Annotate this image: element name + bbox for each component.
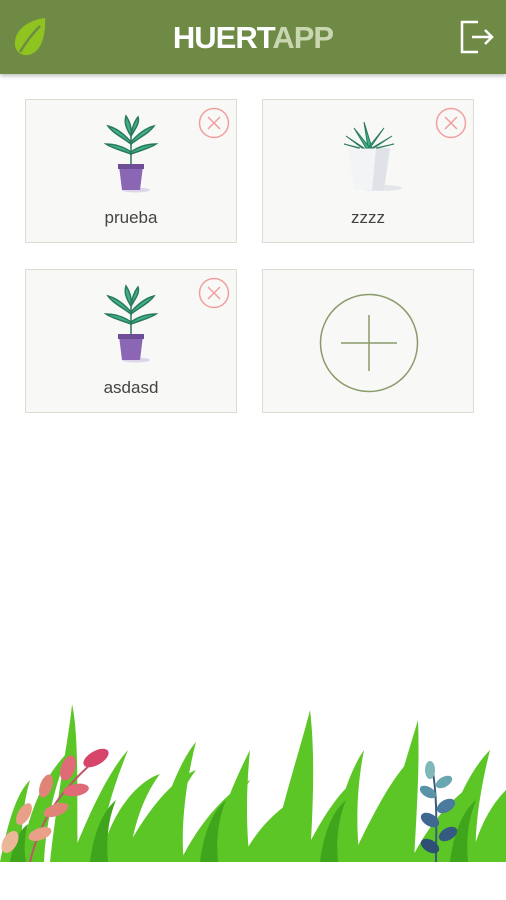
close-circle-icon[interactable] (198, 107, 230, 139)
app-title-part2: APP (272, 20, 334, 55)
close-circle-icon[interactable] (198, 277, 230, 309)
potted-plant-icon (103, 114, 159, 193)
succulent-icon (343, 121, 402, 191)
plant-name: zzzz (351, 208, 385, 227)
plant-name: asdasd (103, 378, 159, 397)
plant-card-prueba[interactable]: prueba (25, 99, 237, 243)
potted-plant-icon (103, 284, 159, 363)
plant-card-asdasd[interactable]: asdasd (25, 269, 237, 413)
plant-card-zzzz[interactable]: zzzz (262, 99, 474, 243)
app-title-part1: HUERT (172, 20, 273, 55)
plant-name: prueba (104, 208, 158, 227)
grass-decoration (0, 704, 506, 862)
plus-circle-icon (319, 293, 419, 393)
app-header: HUERTAPP (0, 0, 506, 74)
add-plant-button[interactable] (262, 269, 474, 413)
close-circle-icon[interactable] (435, 107, 467, 139)
logout-icon[interactable] (458, 18, 496, 56)
app-title: HUERTAPP (0, 18, 506, 58)
bottom-strip (0, 862, 506, 900)
